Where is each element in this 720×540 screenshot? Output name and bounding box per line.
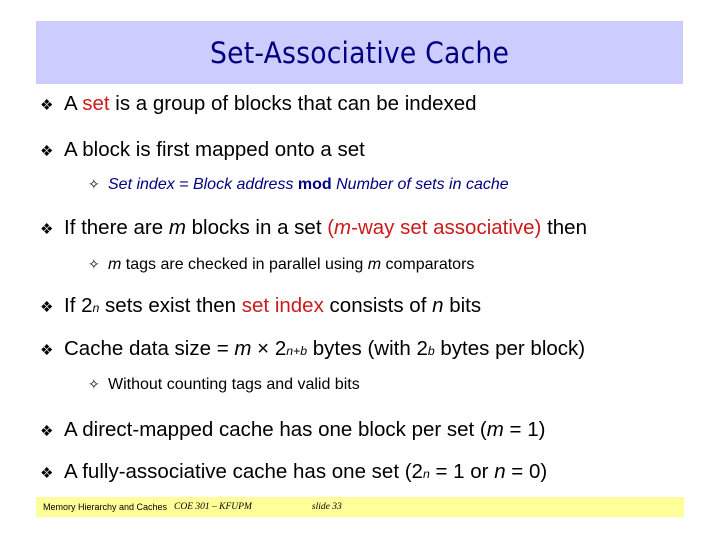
- footer-course-title: Memory Hierarchy and Caches: [43, 502, 168, 512]
- bullet-text: Without counting tags and valid bits: [108, 376, 360, 393]
- bullet-item: ❖ A direct-mapped cache has one block pe…: [40, 418, 545, 442]
- four-point-star-icon: ✧: [88, 176, 100, 192]
- highlight-term: set: [82, 92, 110, 115]
- diamond-cluster-icon: ❖: [40, 299, 54, 316]
- sub-bullet-item: ✧ Without counting tags and valid bits: [88, 376, 360, 394]
- bullet-text: × 2: [251, 337, 287, 360]
- diamond-cluster-icon: ❖: [40, 342, 54, 359]
- bullet-text: bytes per block): [434, 337, 586, 360]
- bullet-item: ❖ If 2 n sets exist then set index consi…: [40, 294, 482, 317]
- highlight-term: (: [327, 216, 335, 239]
- bullet-text: bytes (with 2: [307, 337, 428, 360]
- bullet-text: A fully-associative cache has one set (2: [64, 460, 423, 483]
- bullet-text: is a group of blocks that can be indexed: [109, 92, 477, 115]
- bullet-text: = 1): [503, 418, 546, 441]
- bullet-text: A block is first mapped onto a set: [64, 138, 365, 161]
- variable-n: n: [494, 460, 506, 483]
- bullet-text: A direct-mapped cache has one block per …: [64, 418, 487, 441]
- formula-operator: mod: [297, 176, 332, 193]
- formula-text: Number of sets in cache: [331, 176, 509, 193]
- diamond-cluster-icon: ❖: [40, 465, 54, 482]
- sub-bullet-item: ✧ m tags are checked in parallel using m…: [88, 256, 474, 274]
- bullet-text: If 2: [64, 294, 93, 317]
- variable-m: m: [108, 256, 122, 273]
- bullet-item: ❖ If there are m blocks in a set ( m -wa…: [40, 216, 587, 240]
- diamond-cluster-icon: ❖: [40, 97, 54, 114]
- diamond-cluster-icon: ❖: [40, 143, 54, 160]
- bullet-text: tags are checked in parallel using: [121, 256, 368, 273]
- highlight-term: set index: [241, 294, 324, 317]
- bullet-text: comparators: [381, 256, 475, 273]
- variable-m: m: [234, 337, 252, 360]
- bullet-text: blocks in a set: [185, 216, 328, 239]
- four-point-star-icon: ✧: [88, 256, 100, 272]
- bullet-text: bits: [443, 294, 482, 317]
- variable-m: m: [334, 216, 352, 239]
- bullet-text: sets exist then: [99, 294, 242, 317]
- variable-m: m: [367, 256, 382, 273]
- title-bar: Set-Associative Cache: [36, 21, 683, 84]
- formula-text: Set index = Block address: [108, 176, 298, 193]
- bullet-text: If there are: [64, 216, 169, 239]
- bullet-text: = 1 or: [429, 460, 495, 483]
- footer-slide-number: slide 33: [311, 502, 342, 512]
- bullet-text: consists of: [323, 294, 433, 317]
- bullet-text: Cache data size =: [64, 337, 235, 360]
- variable-m: m: [486, 418, 504, 441]
- variable-m: m: [168, 216, 186, 239]
- variable-n: n: [432, 294, 444, 317]
- bullet-text: then: [541, 216, 587, 239]
- bullet-text: = 0): [505, 460, 548, 483]
- bullet-item: ❖ A block is first mapped onto a set: [40, 138, 365, 162]
- diamond-cluster-icon: ❖: [40, 221, 54, 238]
- highlight-term: -way set associative): [351, 216, 542, 239]
- bullet-text: A: [64, 92, 83, 115]
- footer-bar: Memory Hierarchy and Caches COE 301 – KF…: [36, 497, 684, 517]
- footer-course-code: COE 301 – KFUPM: [174, 502, 252, 512]
- diamond-cluster-icon: ❖: [40, 423, 54, 440]
- slide-title: Set-Associative Cache: [209, 35, 510, 70]
- sub-bullet-item: ✧ Set index = Block address mod Number o…: [88, 176, 509, 194]
- bullet-item: ❖ A set is a group of blocks that can be…: [40, 92, 477, 116]
- bullet-item: ❖ A fully-associative cache has one set …: [40, 460, 548, 483]
- four-point-star-icon: ✧: [88, 376, 100, 392]
- bullet-item: ❖ Cache data size = m × 2 n+b bytes (wit…: [40, 337, 586, 360]
